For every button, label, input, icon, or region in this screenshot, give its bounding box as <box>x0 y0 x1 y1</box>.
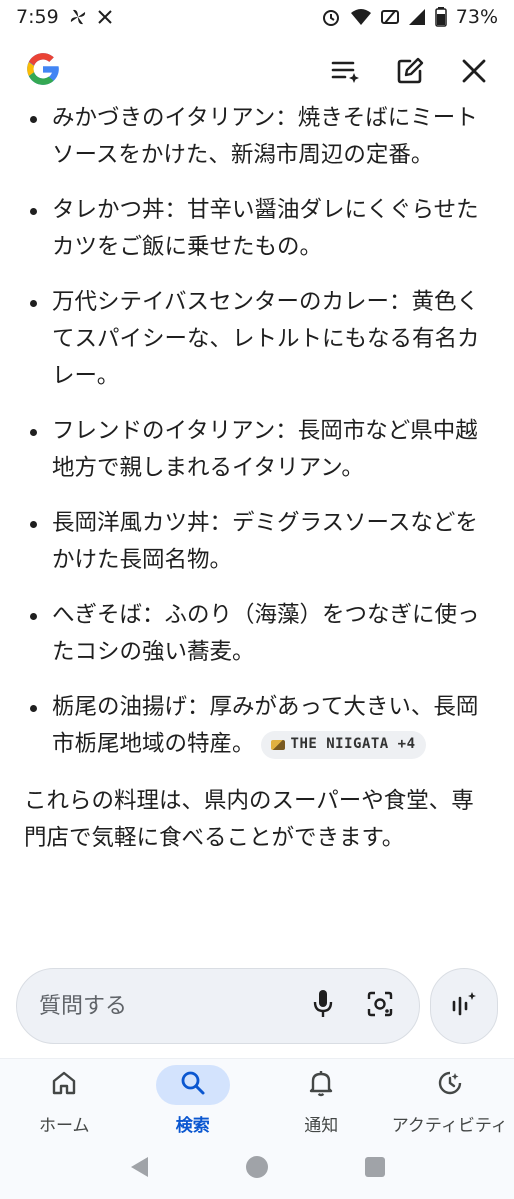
answer-content: みかづきのイタリアン：焼きそばにミートソースをかけた、新潟市周辺の定番。 タレか… <box>0 100 514 962</box>
battery-percent: 73% <box>455 6 498 28</box>
ask-input[interactable] <box>39 993 313 1019</box>
nav-label: 検索 <box>175 1116 210 1136</box>
nav-item-notifications[interactable]: 通知 <box>257 1059 386 1138</box>
list-item: タレかつ丼：甘辛い醤油ダレにくぐらせたカツをご飯に乗せたもの。 <box>30 192 484 266</box>
citation-chip[interactable]: THE NIIGATA +4 <box>260 730 426 759</box>
battery-icon <box>435 7 447 27</box>
status-time: 7:59 <box>16 6 59 28</box>
ask-bar <box>16 968 498 1044</box>
home-icon <box>51 1070 77 1100</box>
header <box>0 40 514 102</box>
list-item: フレンドのイタリアン：長岡市など県中越地方で親しまれるイタリアン。 <box>30 413 484 487</box>
home-button[interactable] <box>242 1152 272 1182</box>
mic-icon[interactable] <box>313 989 333 1023</box>
x-notification-icon <box>97 9 113 25</box>
search-icon <box>180 1070 206 1100</box>
nav-label: ホーム <box>39 1116 90 1136</box>
signal-icon <box>408 8 426 26</box>
system-nav <box>0 1138 514 1199</box>
ask-box <box>16 968 420 1044</box>
nav-item-home[interactable]: ホーム <box>0 1059 129 1138</box>
status-bar: 7:59 73% <box>0 0 514 34</box>
waveform-sparkle-icon <box>450 990 478 1022</box>
wifi-icon <box>350 8 372 26</box>
bullet-list: みかづきのイタリアン：焼きそばにミートソースをかけた、新潟市周辺の定番。 タレか… <box>0 100 514 763</box>
list-item: 万代シテイバスセンターのカレー：黄色くてスパイシーな、レトルトにもなる有名カレー… <box>30 284 484 395</box>
bottom-nav: ホーム 検索 通知 アクティビティ <box>0 1058 514 1138</box>
list-item: みかづきのイタリアン：焼きそばにミートソースをかけた、新潟市周辺の定番。 <box>30 100 484 174</box>
lens-camera-icon[interactable] <box>367 991 393 1021</box>
fan-notification-icon <box>69 8 87 26</box>
ai-mode-button[interactable] <box>430 968 498 1044</box>
nav-label: 通知 <box>304 1116 339 1136</box>
source-logo-icon <box>270 739 285 750</box>
back-button[interactable] <box>124 1152 154 1182</box>
citation-label: THE NIIGATA +4 <box>290 736 416 752</box>
list-item: 長岡洋風カツ丼：デミグラスソースなどをかけた長岡名物。 <box>30 505 484 579</box>
edit-icon[interactable] <box>394 55 426 87</box>
mute-icon <box>380 8 399 26</box>
google-g-logo[interactable] <box>24 50 62 92</box>
alarm-icon <box>321 7 341 27</box>
summary-text: これらの料理は、県内のスーパーや食堂、専門店で気軽に食べることができます。 <box>24 788 474 851</box>
nav-item-search[interactable]: 検索 <box>129 1059 258 1138</box>
recents-button[interactable] <box>360 1152 390 1182</box>
close-icon[interactable] <box>458 55 490 87</box>
list-item: 栃尾の油揚げ：厚みがあって大きい、長岡市栃尾地域の特産。 THE NIIGATA … <box>30 689 484 763</box>
nav-item-activity[interactable]: アクティビティ <box>386 1059 514 1138</box>
nav-label: アクティビティ <box>391 1116 508 1136</box>
list-sparkle-icon[interactable] <box>330 55 362 87</box>
activity-icon <box>437 1070 463 1100</box>
bell-icon <box>309 1069 333 1101</box>
list-item: へぎそば：ふのり（海藻）をつなぎに使ったコシの強い蕎麦。 <box>30 597 484 671</box>
